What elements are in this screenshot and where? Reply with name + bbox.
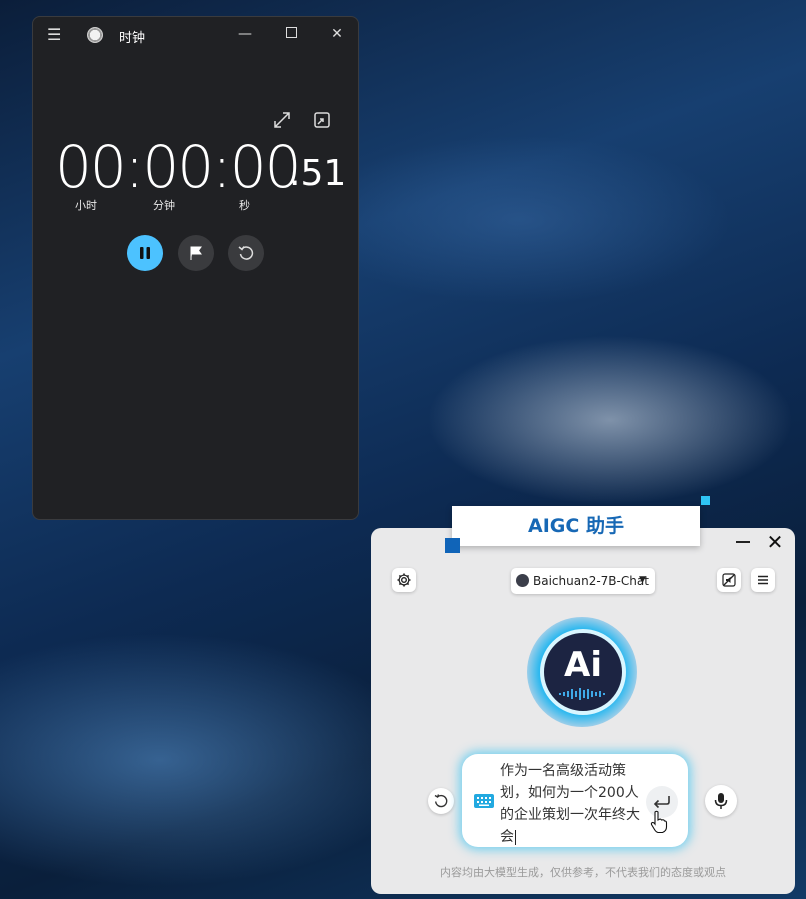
- history-button[interactable]: [428, 788, 454, 814]
- lap-button[interactable]: [178, 235, 214, 271]
- text-caret: [515, 829, 516, 845]
- decor-square: [701, 496, 710, 505]
- minimize-button[interactable]: —: [231, 23, 259, 45]
- clock-titlebar[interactable]: ☰ 时钟 — ✕: [33, 17, 358, 53]
- pause-button[interactable]: [127, 235, 163, 271]
- stopwatch-fraction: .51: [289, 153, 347, 194]
- voice-toggle-button[interactable]: [717, 568, 741, 592]
- list-icon: [758, 575, 768, 585]
- assistant-minimize-button[interactable]: [734, 540, 752, 544]
- stopwatch-time: 00:00:00: [55, 133, 301, 201]
- compact-overlay-icon[interactable]: [313, 111, 335, 133]
- gear-icon: [397, 573, 411, 587]
- microphone-icon: [714, 793, 728, 809]
- seconds-label: 秒: [239, 199, 250, 212]
- assistant-title-tag: AIGC 助手: [452, 506, 700, 546]
- clock-window: ☰ 时钟 — ✕ 00:00:00 .51 小时 分钟 秒: [32, 16, 359, 520]
- microphone-button[interactable]: [705, 785, 737, 817]
- hamburger-menu-icon[interactable]: ☰: [47, 27, 65, 43]
- model-name: Baichuan2-7B-Chat: [533, 574, 649, 588]
- minutes-label: 分钟: [153, 199, 175, 212]
- ai-avatar[interactable]: Ai: [540, 629, 626, 715]
- speaker-muted-icon: [722, 573, 736, 587]
- assistant-close-button[interactable]: ✕: [765, 532, 785, 552]
- chevron-down-icon: ▼: [639, 575, 646, 585]
- clock-app-icon: [87, 27, 103, 43]
- enter-icon: [653, 796, 670, 809]
- close-button[interactable]: ✕: [323, 23, 351, 45]
- maximize-button[interactable]: [277, 23, 305, 45]
- model-avatar-icon: [516, 574, 529, 587]
- keyboard-icon: [474, 794, 494, 808]
- reset-icon: [238, 246, 254, 260]
- pause-icon: [140, 247, 150, 259]
- decor-square: [445, 538, 460, 553]
- flag-icon: [190, 246, 202, 260]
- soundwave-icon: [559, 688, 605, 700]
- chat-input-field[interactable]: 作为一名高级活动策划，如何为一个200人的企业策划一次年终大会: [500, 760, 644, 848]
- menu-button[interactable]: [751, 568, 775, 592]
- maximize-icon: [285, 27, 297, 38]
- model-selector[interactable]: Baichuan2-7B-Chat ▼: [511, 568, 655, 594]
- history-icon: [434, 794, 448, 808]
- chat-input-value: 作为一名高级活动策划，如何为一个200人的企业策划一次年终大会: [500, 763, 640, 845]
- hours-label: 小时: [75, 199, 97, 212]
- expand-icon[interactable]: [273, 111, 295, 133]
- window-title: 时钟: [119, 31, 146, 46]
- settings-button[interactable]: [392, 568, 416, 592]
- reset-button[interactable]: [228, 235, 264, 271]
- hand-pointer-cursor-icon: [650, 810, 668, 834]
- disclaimer-text: 内容均由大模型生成，仅供参考，不代表我们的态度或观点: [440, 866, 726, 879]
- ai-logo-text: Ai: [564, 645, 602, 685]
